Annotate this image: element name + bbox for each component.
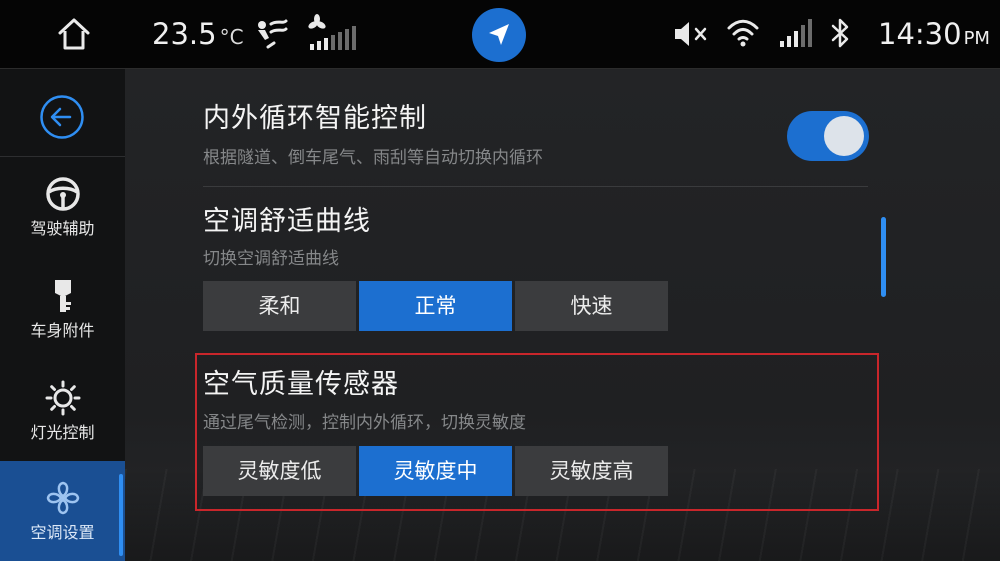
sidebar-item-label: 空调设置 (30, 523, 95, 542)
airflow-icon[interactable] (255, 16, 289, 50)
air-quality-title: 空气质量传感器 (203, 369, 399, 400)
air-quality-subtitle: 通过尾气检测，控制内外循环，切换灵敏度 (203, 413, 526, 433)
recirc-subtitle: 根据隧道、倒车尾气、雨刮等自动切换内循环 (203, 148, 543, 168)
comfort-curve-selector: 柔和 正常 快速 (203, 281, 668, 331)
settings-panel: 内外循环智能控制 根据隧道、倒车尾气、雨刮等自动切换内循环 空调舒适曲线 切换空… (125, 69, 1000, 561)
signal-icon (778, 17, 814, 49)
sidebar-item-ac-settings[interactable]: 空调设置 (0, 461, 125, 561)
clock-suffix: PM (963, 28, 990, 49)
comfort-option-soft[interactable]: 柔和 (203, 281, 356, 331)
content-scrollbar[interactable] (881, 217, 886, 297)
sidebar-item-label: 驾驶辅助 (30, 219, 95, 238)
clock: 14:30 PM (878, 16, 990, 57)
back-arrow-icon (40, 95, 84, 139)
steering-wheel-icon (46, 177, 80, 211)
wifi-icon (726, 16, 760, 50)
sidebar-item-driving-assist[interactable]: 驾驶辅助 (0, 157, 125, 257)
sidebar-item-label: 灯光控制 (30, 423, 95, 442)
comfort-curve-subtitle: 切换空调舒适曲线 (203, 249, 339, 269)
sensitivity-option-medium[interactable]: 灵敏度中 (359, 446, 512, 496)
recirc-title: 内外循环智能控制 (203, 103, 427, 134)
sidebar-item-body-accessories[interactable]: 车身附件 (0, 259, 125, 359)
recirc-toggle[interactable] (787, 111, 869, 161)
comfort-option-fast[interactable]: 快速 (515, 281, 668, 331)
sensitivity-option-low[interactable]: 灵敏度低 (203, 446, 356, 496)
car-key-icon (55, 280, 71, 312)
divider (203, 186, 868, 187)
comfort-curve-title: 空调舒适曲线 (203, 206, 371, 237)
ac-fan-icon (46, 481, 80, 515)
temperature-readout[interactable]: 23.5 °C (152, 16, 244, 55)
navigation-icon (489, 24, 509, 45)
clock-time: 14:30 (878, 17, 962, 51)
home-icon[interactable] (54, 16, 94, 52)
back-button[interactable] (0, 69, 125, 157)
temperature-unit: °C (219, 25, 244, 49)
sidebar: 驾驶辅助 车身附件 灯光控制 空调设置 (0, 69, 125, 561)
comfort-option-normal[interactable]: 正常 (359, 281, 512, 331)
sensitivity-option-high[interactable]: 灵敏度高 (515, 446, 668, 496)
light-icon (45, 380, 81, 416)
navigation-button[interactable] (472, 8, 526, 62)
sidebar-item-label: 车身附件 (30, 321, 95, 340)
toggle-knob (824, 116, 864, 156)
air-quality-selector: 灵敏度低 灵敏度中 灵敏度高 (203, 446, 668, 496)
status-bar: 23.5 °C 14:30 PM (0, 0, 1000, 69)
bluetooth-icon (830, 16, 852, 50)
mute-icon[interactable] (672, 18, 712, 50)
temperature-value: 23.5 (152, 17, 217, 51)
sidebar-item-lighting[interactable]: 灯光控制 (0, 361, 125, 461)
sidebar-scroll-indicator (119, 474, 123, 556)
fan-speed-icon[interactable] (306, 14, 360, 54)
